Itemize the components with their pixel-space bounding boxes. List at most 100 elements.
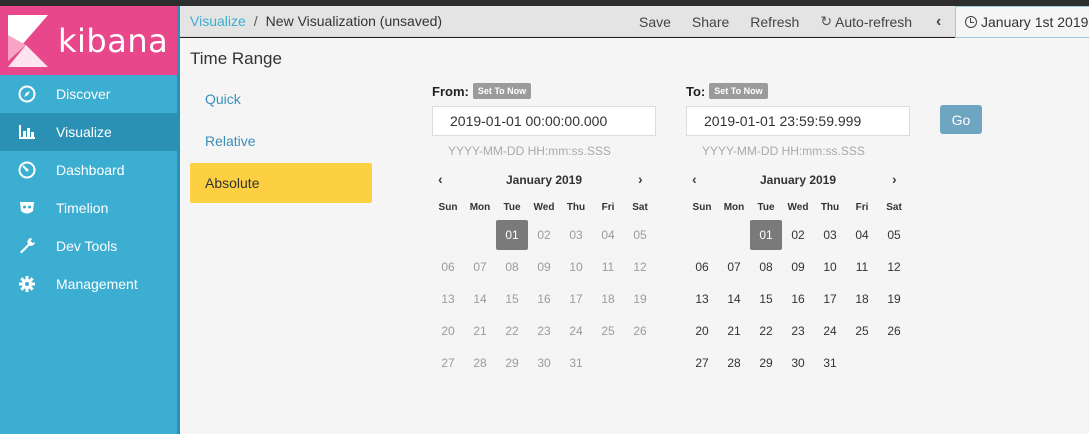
calendar-day[interactable]: 26 [878,316,910,346]
weekday-header: Tue [757,202,775,213]
calendar-day[interactable]: 30 [528,348,560,378]
calendar-day[interactable]: 21 [464,316,496,346]
calendar-day[interactable]: 02 [528,220,560,250]
calendar-day[interactable]: 20 [432,316,464,346]
to-calendar-month[interactable]: January 2019 [686,173,910,187]
weekday-header: Tue [503,202,521,213]
calendar-day[interactable]: 11 [592,252,624,282]
calendar-day[interactable]: 19 [878,284,910,314]
calendar-day[interactable]: 31 [814,348,846,378]
sidebar-item-visualize[interactable]: Visualize [0,113,180,151]
breadcrumb-visualize-link[interactable]: Visualize [190,13,246,29]
weekday-header: Sun [438,202,458,213]
calendar-day[interactable]: 18 [846,284,878,314]
calendar-day[interactable]: 24 [560,316,592,346]
calendar-day[interactable]: 29 [750,348,782,378]
calendar-day[interactable]: 08 [750,252,782,282]
save-button[interactable]: Save [639,14,671,30]
calendar-day[interactable]: 02 [782,220,814,250]
calendar-day[interactable]: 11 [846,252,878,282]
weekday-header: Sat [632,202,648,213]
sidebar-item-discover[interactable]: Discover [0,75,180,113]
tab-relative[interactable]: Relative [190,121,372,163]
kibana-logo[interactable]: kibana [0,6,180,75]
from-calendar-header: ‹ January 2019 › [432,171,656,189]
chevron-right-icon[interactable]: › [892,171,897,187]
share-button[interactable]: Share [692,14,729,30]
calendar-day[interactable]: 23 [528,316,560,346]
calendar-day[interactable]: 31 [560,348,592,378]
calendar-day[interactable]: 06 [686,252,718,282]
calendar-day[interactable]: 18 [592,284,624,314]
calendar-day[interactable]: 08 [496,252,528,282]
from-date-input[interactable] [432,106,656,136]
calendar-day[interactable]: 03 [560,220,592,250]
calendar-day[interactable]: 05 [624,220,656,250]
sidebar-item-label: Discover [56,86,111,102]
calendar-day[interactable]: 04 [846,220,878,250]
tab-absolute[interactable]: Absolute [190,163,372,203]
calendar-day[interactable]: 21 [718,316,750,346]
calendar-day[interactable]: 22 [750,316,782,346]
time-picker-toggle[interactable]: January 1st 2019 [955,6,1089,38]
sidebar-item-management[interactable]: Management [0,265,180,303]
calendar-day[interactable]: 29 [496,348,528,378]
calendar-day[interactable]: 09 [782,252,814,282]
calendar-day[interactable]: 25 [592,316,624,346]
calendar-day[interactable]: 17 [560,284,592,314]
calendar-day[interactable]: 16 [528,284,560,314]
tab-quick[interactable]: Quick [190,79,372,121]
calendar-day[interactable]: 14 [718,284,750,314]
calendar-day[interactable]: 14 [464,284,496,314]
go-button[interactable]: Go [940,105,982,134]
calendar-day[interactable]: 12 [878,252,910,282]
calendar-day[interactable]: 01 [496,220,528,250]
auto-refresh-button[interactable]: ↻ Auto-refresh [820,13,912,30]
calendar-day[interactable]: 28 [718,348,750,378]
to-date-input[interactable] [686,106,910,136]
calendar-day[interactable]: 05 [878,220,910,250]
refresh-button[interactable]: Refresh [750,14,799,30]
calendar-day[interactable]: 27 [432,348,464,378]
calendar-day[interactable]: 09 [528,252,560,282]
calendar-day[interactable]: 27 [686,348,718,378]
from-calendar-grid: Sun Mon Tue Wed Thu Fri Sat 01 02 03 04 05 06 07 08 09 1… [432,197,656,379]
sidebar-item-timelion[interactable]: Timelion [0,189,180,227]
weekday-header: Mon [723,202,745,213]
calendar-day[interactable]: 23 [782,316,814,346]
calendar-day[interactable]: 17 [814,284,846,314]
to-label-row: To: Set To Now [686,82,910,100]
to-set-to-now-button[interactable]: Set To Now [709,83,768,99]
calendar-day[interactable]: 28 [464,348,496,378]
top-nav-bar: Visualize / New Visualization (unsaved) … [180,6,1089,38]
calendar-day[interactable]: 15 [496,284,528,314]
calendar-day[interactable]: 16 [782,284,814,314]
calendar-day[interactable]: 03 [814,220,846,250]
sidebar: kibana Discover Visualize Dashboard Time… [0,6,180,434]
calendar-day[interactable]: 19 [624,284,656,314]
calendar-day[interactable]: 04 [592,220,624,250]
from-set-to-now-button[interactable]: Set To Now [472,83,532,99]
calendar-day[interactable]: 13 [686,284,718,314]
chevron-left-icon[interactable]: ‹ [936,6,941,37]
calendar-day[interactable]: 20 [686,316,718,346]
calendar-day[interactable]: 15 [750,284,782,314]
sidebar-item-dev-tools[interactable]: Dev Tools [0,227,180,265]
calendar-day[interactable]: 07 [718,252,750,282]
calendar-day[interactable]: 10 [814,252,846,282]
calendar-day[interactable]: 25 [846,316,878,346]
from-calendar-month[interactable]: January 2019 [432,173,656,187]
calendar-day[interactable]: 10 [560,252,592,282]
chevron-right-icon[interactable]: › [638,171,643,187]
calendar-day[interactable]: 12 [624,252,656,282]
calendar-day[interactable]: 06 [432,252,464,282]
calendar-day[interactable]: 07 [464,252,496,282]
calendar-day[interactable]: 13 [432,284,464,314]
calendar-day[interactable]: 24 [814,316,846,346]
to-panel: To: Set To Now YYYY-MM-DD HH:mm:ss.SSS ‹… [686,82,910,379]
calendar-day[interactable]: 26 [624,316,656,346]
calendar-day[interactable]: 22 [496,316,528,346]
calendar-day[interactable]: 01 [750,220,782,250]
calendar-day[interactable]: 30 [782,348,814,378]
sidebar-item-dashboard[interactable]: Dashboard [0,151,180,189]
